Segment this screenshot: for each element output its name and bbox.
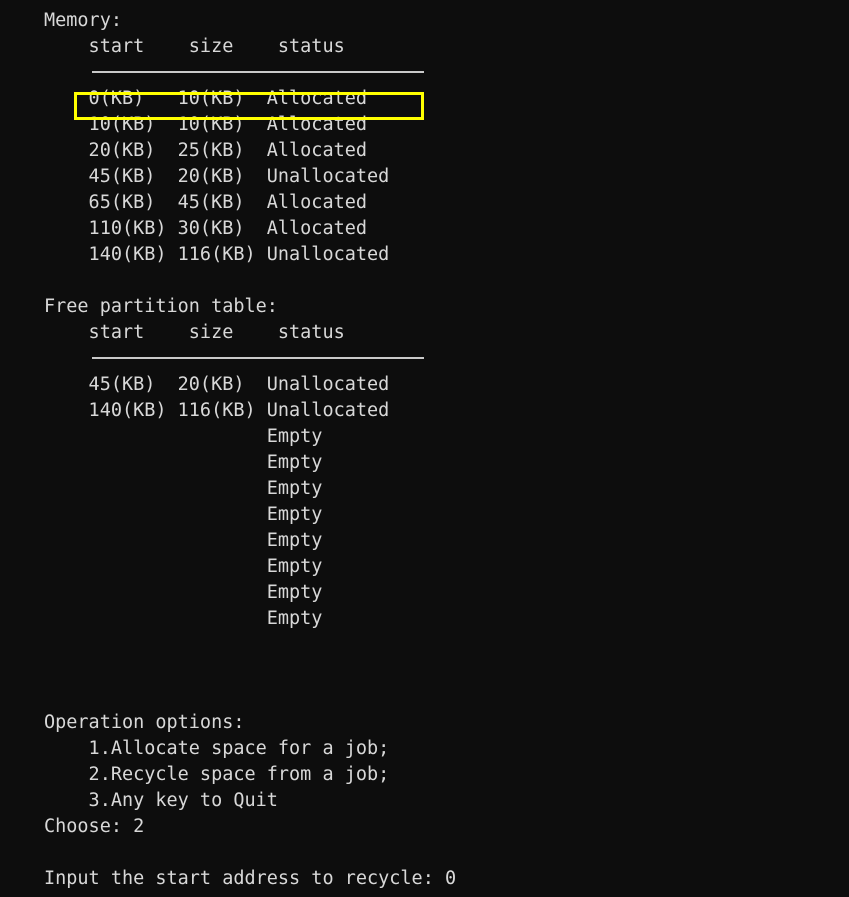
- memory-table-row[interactable]: 20(KB) 25(KB) Allocated: [0, 138, 849, 164]
- free-partition-row[interactable]: Empty: [0, 528, 849, 554]
- free-partition-row[interactable]: Empty: [0, 502, 849, 528]
- terminal-screen: Memory: start size status 0(KB) 10(KB) A…: [0, 0, 849, 897]
- free-partition-table-rule-row: [0, 346, 849, 372]
- free-partition-row[interactable]: 45(KB) 20(KB) Unallocated: [0, 372, 849, 398]
- free-partition-row[interactable]: Empty: [0, 554, 849, 580]
- memory-table-row[interactable]: 10(KB) 10(KB) Allocated: [0, 112, 849, 138]
- operation-options-title: Operation options:: [44, 712, 245, 733]
- free-partition-row[interactable]: Empty: [0, 424, 849, 450]
- free-partition-table-rule: [92, 357, 424, 359]
- memory-table-row[interactable]: 140(KB) 116(KB) Unallocated: [0, 242, 849, 268]
- free-partition-table-block: Free partition table: start size status …: [0, 294, 849, 632]
- memory-table-row[interactable]: 65(KB) 45(KB) Allocated: [0, 190, 849, 216]
- memory-section-title: Memory:: [44, 10, 122, 31]
- free-partition-row[interactable]: Empty: [0, 450, 849, 476]
- operation-option-allocate[interactable]: 1.Allocate space for a job;: [0, 736, 849, 762]
- free-partition-table-header: start size status: [44, 322, 345, 343]
- choose-prompt[interactable]: Choose: 2: [0, 814, 849, 840]
- operation-option-recycle[interactable]: 2.Recycle space from a job;: [0, 762, 849, 788]
- memory-table-rule: [92, 71, 424, 73]
- free-partition-row[interactable]: Empty: [0, 606, 849, 632]
- memory-table-row[interactable]: 0(KB) 10(KB) Allocated: [0, 86, 849, 112]
- free-partition-row[interactable]: Empty: [0, 580, 849, 606]
- free-partition-row[interactable]: Empty: [0, 476, 849, 502]
- free-partition-row[interactable]: 140(KB) 116(KB) Unallocated: [0, 398, 849, 424]
- memory-table-block: Memory: start size status 0(KB) 10(KB) A…: [0, 8, 849, 268]
- operation-options-block: Operation options: 1.Allocate space for …: [0, 710, 849, 840]
- input-start-address-prompt[interactable]: Input the start address to recycle: 0: [0, 866, 849, 892]
- memory-table-rule-row: [0, 60, 849, 86]
- free-partition-section-title: Free partition table:: [44, 296, 278, 317]
- memory-table-row[interactable]: 110(KB) 30(KB) Allocated: [0, 216, 849, 242]
- memory-table-header: start size status: [44, 36, 345, 57]
- operation-option-quit[interactable]: 3.Any key to Quit: [0, 788, 849, 814]
- memory-table-row[interactable]: 45(KB) 20(KB) Unallocated: [0, 164, 849, 190]
